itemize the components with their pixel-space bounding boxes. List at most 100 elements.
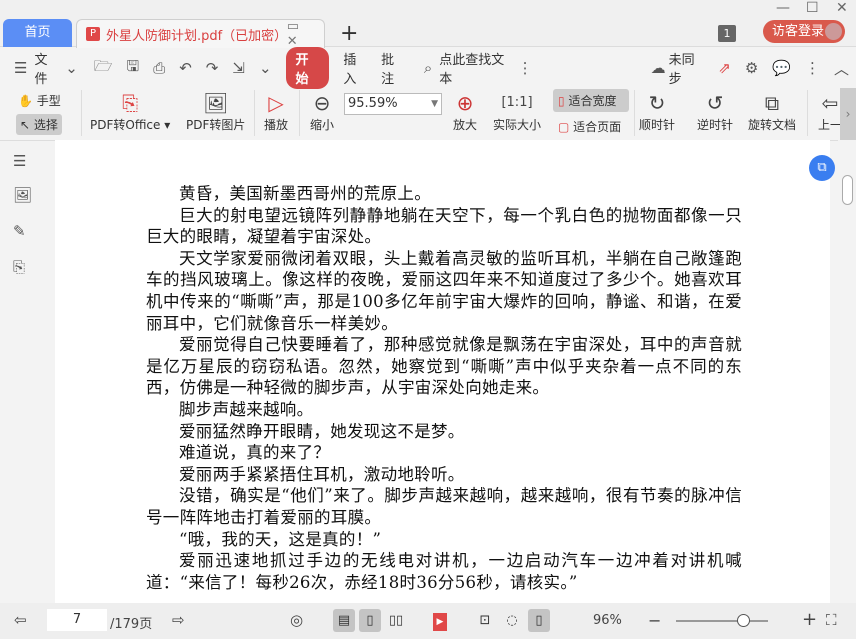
zoom-slider[interactable] — [676, 620, 768, 622]
fit-page-small-button[interactable]: ◌ — [501, 609, 523, 632]
settings-icon[interactable]: ⚙ — [745, 59, 758, 77]
floating-tool-button[interactable]: ⧉ — [809, 155, 835, 181]
hand-tool[interactable]: ✋ 手型 — [18, 92, 61, 109]
hand-label: 手型 — [36, 94, 61, 108]
vertical-scrollbar[interactable] — [838, 140, 856, 603]
rotate-document-button[interactable]: ⧉ 旋转文档 — [748, 90, 796, 133]
more-vertical-icon[interactable]: ⋮ — [805, 59, 820, 77]
redo-icon[interactable]: ↷ — [206, 59, 219, 77]
fit-width-small-button[interactable]: ▯ — [528, 609, 550, 632]
menu-icon[interactable]: ☰ — [14, 59, 27, 77]
play-small-button[interactable]: ▶ — [429, 609, 451, 632]
cloud-icon: ☁ — [650, 59, 666, 77]
zoom-value: 95.59% — [348, 96, 398, 111]
guest-login-label: 访客登录 — [772, 24, 825, 39]
previous-page-button[interactable]: ⇦ 上一 — [818, 90, 842, 133]
eye-protection-icon[interactable]: ◎ — [290, 611, 303, 629]
sync-status[interactable]: 未同步 — [669, 49, 705, 87]
paragraph: 黄昏，美国新墨西哥州的荒原上。 — [179, 184, 431, 203]
fit-page-label: 适合页面 — [573, 120, 622, 134]
select-tool[interactable]: ↖ 选择 — [16, 114, 62, 135]
pdf-to-office-button[interactable]: ⎘ PDF转Office ▾ — [90, 90, 170, 133]
image-icon: 🖼 — [203, 91, 229, 115]
prev-page-icon[interactable]: ⇦ — [14, 611, 27, 629]
paragraph: 巨大的射电望远镜阵列静静地躺在天空下，每一个乳白色的抛物面都像一只巨大的眼睛，凝… — [146, 205, 742, 247]
undo-icon[interactable]: ↶ — [179, 59, 192, 77]
zoom-in-button[interactable]: ⊕ 放大 — [453, 90, 477, 133]
guest-login-button[interactable]: 访客登录 — [763, 20, 845, 43]
comment-icon[interactable]: 💬 — [772, 59, 791, 77]
zoom-in-small-icon[interactable]: + — [802, 609, 817, 630]
collapse-ribbon-icon[interactable]: ︿ — [834, 58, 849, 79]
close-window-button[interactable]: ✕ — [836, 0, 848, 16]
select-label: 选择 — [33, 118, 58, 132]
chevron-down-icon[interactable]: ⌄ — [65, 59, 78, 77]
zoom-select[interactable]: 95.59% ▼ — [344, 93, 442, 115]
ribbon-scroll-right[interactable]: › — [840, 88, 856, 140]
fullscreen-icon[interactable]: ⛶ — [826, 611, 837, 629]
share-icon[interactable]: ⇗ — [718, 59, 731, 77]
scrollbar-thumb[interactable] — [842, 175, 853, 205]
fit-width-button[interactable]: ▯ 适合宽度 — [558, 92, 616, 109]
zoom-out-small-icon[interactable]: − — [648, 611, 661, 630]
zoom-out-button[interactable]: ⊖ 缩小 — [310, 90, 334, 133]
open-icon[interactable]: 🗁 — [94, 56, 113, 81]
actual-size-button[interactable]: [1:1] 实际大小 — [493, 90, 541, 133]
tab-document-title: 外星人防御计划.pdf（已加密） — [105, 28, 288, 44]
pdf-to-image-button[interactable]: 🖼 PDF转图片 — [186, 90, 245, 133]
zoom-slider-knob[interactable] — [737, 614, 750, 627]
pdf-page: 黄昏，美国新墨西哥州的荒原上。巨大的射电望远镜阵列静静地躺在天空下，每一个乳白色… — [55, 140, 830, 603]
bookmark-icon[interactable]: ⎘ — [13, 258, 25, 276]
tab-document[interactable]: P 外星人防御计划.pdf（已加密） ▭ ✕ — [76, 19, 325, 49]
outline-icon[interactable]: ☰ — [13, 152, 26, 170]
single-page-button[interactable]: ▯ — [359, 609, 381, 632]
zoom-out-icon: ⊖ — [313, 91, 331, 115]
window-count-badge[interactable]: 1 — [718, 25, 736, 42]
fit-page-button[interactable]: ▢ 适合页面 — [558, 118, 621, 135]
play-small-icon: ▶ — [433, 613, 447, 631]
tab-insert[interactable]: 插入 — [343, 49, 367, 87]
annotation-icon[interactable]: ✎ — [13, 222, 26, 240]
play-button[interactable]: ▷ 播放 — [264, 90, 288, 133]
search-input[interactable]: 点此查找文本 — [439, 49, 510, 87]
print-icon[interactable]: ⎙ — [153, 59, 165, 77]
total-pages: /179页 — [110, 617, 153, 632]
document-text: 黄昏，美国新墨西哥州的荒原上。巨大的射电望远镜阵列静静地躺在天空下，每一个乳白色… — [146, 183, 742, 593]
tab-home[interactable]: 首页 — [3, 19, 72, 47]
two-page-button[interactable]: ▯▯ — [385, 609, 407, 632]
paragraph: 难道说，真的来了？ — [179, 443, 331, 463]
hand-icon: ✋ — [18, 94, 33, 108]
avatar — [825, 23, 842, 40]
save-icon[interactable]: 🖫 — [126, 56, 139, 81]
thumbnail-icon[interactable]: 🖼 — [13, 186, 32, 204]
maximize-button[interactable]: ☐ — [806, 0, 819, 16]
minimize-button[interactable]: — — [776, 0, 790, 16]
actual-size-small-button[interactable]: ⊡ — [474, 609, 496, 632]
file-menu[interactable]: 文件 — [34, 49, 58, 87]
tab-close-icon[interactable]: ▭ ✕ — [287, 19, 314, 49]
rotate-ccw-button[interactable]: ↺ 逆时针 — [697, 90, 733, 133]
page-number-input[interactable]: 7 — [47, 609, 107, 631]
tab-bar: 首页 P 外星人防御计划.pdf（已加密） ▭ ✕ + — ☐ ✕ 1 访客登录 — [0, 0, 856, 49]
new-tab-button[interactable]: + — [340, 21, 358, 46]
search-icon: ⌕ — [423, 59, 433, 77]
paragraph: 爱丽两手紧紧捂住耳机，激动地聆听。 — [179, 464, 465, 484]
zoom-percent[interactable]: 96% — [593, 613, 622, 628]
rotate-doc-icon: ⧉ — [764, 91, 780, 115]
play-icon: ▷ — [268, 91, 284, 115]
rotate-clockwise-button[interactable]: ↻ 顺时针 — [639, 90, 675, 133]
export-word-icon[interactable]: ⇲ — [232, 59, 245, 77]
fit-page-icon: ▢ — [558, 120, 570, 134]
arrow-left-icon: ⇦ — [821, 91, 839, 115]
tab-annotate[interactable]: 批注 — [381, 49, 405, 87]
more-dropdown-icon[interactable]: ⌄ — [259, 59, 272, 77]
paragraph: “哦，我的天，这是真的！” — [179, 529, 382, 549]
actual-size-icon: [1:1] — [501, 95, 533, 110]
tab-start[interactable]: 开始 — [285, 47, 330, 89]
more-icon[interactable]: ⋮ — [518, 59, 533, 77]
next-page-icon[interactable]: ⇨ — [172, 611, 185, 629]
pdf-to-office-icon: ⎘ — [122, 91, 139, 115]
continuous-view-button[interactable]: ▤ — [333, 609, 355, 632]
cursor-icon: ↖ — [20, 118, 31, 132]
zoom-in-icon: ⊕ — [456, 91, 474, 115]
